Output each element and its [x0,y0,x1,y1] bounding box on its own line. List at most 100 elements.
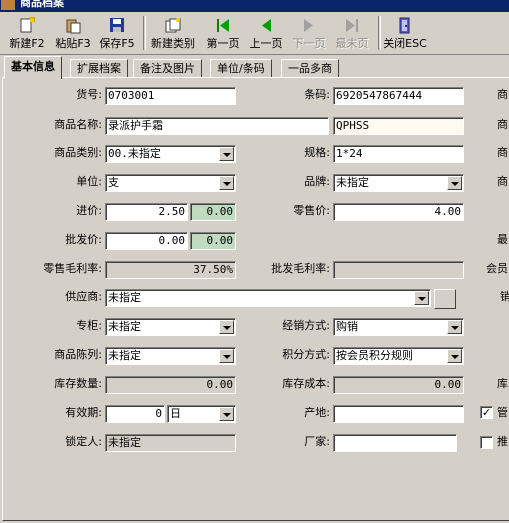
validity-unit-select[interactable]: 日 [167,405,236,423]
toolbar-separator [143,16,146,50]
wholesale-extra-field: 0.00 [190,232,236,250]
retail-price-field[interactable]: 4.00 [333,203,464,221]
display-value: 未指定 [108,349,141,362]
chevron-down-icon[interactable] [414,291,429,305]
new-button[interactable]: 新建F2 [8,14,46,52]
spec-field[interactable]: 1*24 [333,145,464,163]
right-edge-label-8: 库 [497,377,508,390]
new-file-icon [20,17,35,33]
validity-label: 有效期: [65,406,102,419]
sale-mode-select[interactable]: 购销 [333,318,464,336]
right-edge-label-3: 商 [497,146,508,159]
counter-value: 未指定 [108,320,141,333]
category-label: 商品类别: [54,146,102,159]
barcode-field[interactable]: 6920547867444 [333,87,464,105]
recommend-checkbox-label: 推 [497,435,508,448]
tab-multi-supplier[interactable]: 一品多商 [281,59,339,78]
tab-extended[interactable]: 扩展档案 [70,59,128,78]
retail-margin-label: 零售毛利率: [43,262,102,275]
chevron-down-icon[interactable] [219,147,234,161]
maker-field[interactable] [333,434,457,452]
points-value: 按会员积分规则 [336,349,413,362]
chevron-down-icon[interactable] [447,176,462,190]
right-edge-label-1: 商 [497,88,508,101]
first-page-icon [217,19,229,32]
barcode-label: 条码: [304,88,330,101]
brand-label: 品牌: [304,175,330,188]
paste-button[interactable]: 粘贴F3 [53,14,93,52]
manage-checkbox-label: 管 [497,406,508,419]
points-select[interactable]: 按会员积分规则 [333,347,464,365]
category-select[interactable]: 00.未指定 [105,145,236,163]
locker-label: 锁定人: [65,435,102,448]
next-page-icon [304,19,313,32]
stock-cost-label: 库存成本: [282,377,330,390]
app-icon [1,0,15,10]
cost-extra-field: 0.00 [190,203,236,221]
validity-field[interactable]: 0 [105,405,165,423]
code-field[interactable]: 0703001 [105,87,236,105]
new-category-button[interactable]: 新建类别 [148,14,198,52]
retail-margin-field: 37.50% [105,261,236,279]
stock-qty-label: 库存数量: [54,377,102,390]
chevron-down-icon[interactable] [447,320,462,334]
unit-value: 支 [108,176,119,189]
chevron-down-icon[interactable] [219,320,234,334]
toolbar: 新建F2 粘贴F3 保存F5 新建类别 第一页 上一页 下一页 最末页 关闭ES… [0,12,509,55]
toolbar-separator [378,16,381,50]
stock-qty-field: 0.00 [105,376,236,394]
window-title: 商品档案 [20,0,64,9]
recommend-checkbox[interactable] [480,436,493,449]
pinyin-code-field[interactable]: QPHSS [333,117,464,135]
maker-label: 厂家: [304,435,330,448]
category-value: 00.未指定 [108,147,161,160]
retail-price-label: 零售价: [293,204,330,217]
close-button[interactable]: 关闭ESC [383,14,427,52]
chevron-down-icon[interactable] [219,176,234,190]
cost-price-field[interactable]: 2.50 [105,203,188,221]
counter-select[interactable]: 未指定 [105,318,236,336]
cost-label: 进价: [76,204,102,217]
exit-door-icon [399,17,410,34]
display-select[interactable]: 未指定 [105,347,236,365]
supplier-browse-button[interactable] [434,289,456,309]
tab-strip: 基本信息 扩展档案 备注及图片 单位/条码 一品多商 [0,56,509,79]
right-edge-label-5: 最 [497,233,508,246]
sale-mode-label: 经销方式: [282,319,330,332]
wholesale-price-field[interactable]: 0.00 [105,232,188,250]
prev-page-button[interactable]: 上一页 [246,14,286,52]
first-page-button[interactable]: 第一页 [203,14,243,52]
brand-value: 未指定 [336,176,369,189]
title-bar: 商品档案 [0,0,509,12]
wholesale-margin-label: 批发毛利率: [271,262,330,275]
next-page-button[interactable]: 下一页 [289,14,329,52]
chevron-down-icon[interactable] [219,407,234,421]
locker-field: 未指定 [105,434,236,452]
chevron-down-icon[interactable] [219,349,234,363]
code-label: 货号: [76,88,102,101]
tab-notes-images[interactable]: 备注及图片 [133,59,202,78]
new-category-icon [165,18,181,33]
unit-label: 单位: [76,175,102,188]
tab-unit-barcode[interactable]: 单位/条码 [210,59,272,78]
brand-select[interactable]: 未指定 [333,174,464,192]
chevron-down-icon[interactable] [447,349,462,363]
tab-basic-info[interactable]: 基本信息 [4,56,62,79]
spec-label: 规格: [304,146,330,159]
manage-checkbox[interactable]: ✓ [480,406,493,419]
right-edge-label-4: 商 [497,175,508,188]
name-field[interactable]: 录派护手霜 [105,117,329,135]
right-edge-label-7: 销 [500,290,509,303]
counter-label: 专柜: [76,319,102,332]
points-label: 积分方式: [282,348,330,361]
origin-field[interactable] [333,405,464,423]
supplier-value: 未指定 [108,291,141,304]
wholesale-label: 批发价: [65,233,102,246]
name-label: 商品名称: [54,118,102,131]
supplier-select[interactable]: 未指定 [105,289,431,307]
last-page-button[interactable]: 最末页 [332,14,372,52]
unit-select[interactable]: 支 [105,174,236,192]
save-button[interactable]: 保存F5 [97,14,137,52]
save-disk-icon [110,18,124,32]
last-page-icon [346,19,358,32]
